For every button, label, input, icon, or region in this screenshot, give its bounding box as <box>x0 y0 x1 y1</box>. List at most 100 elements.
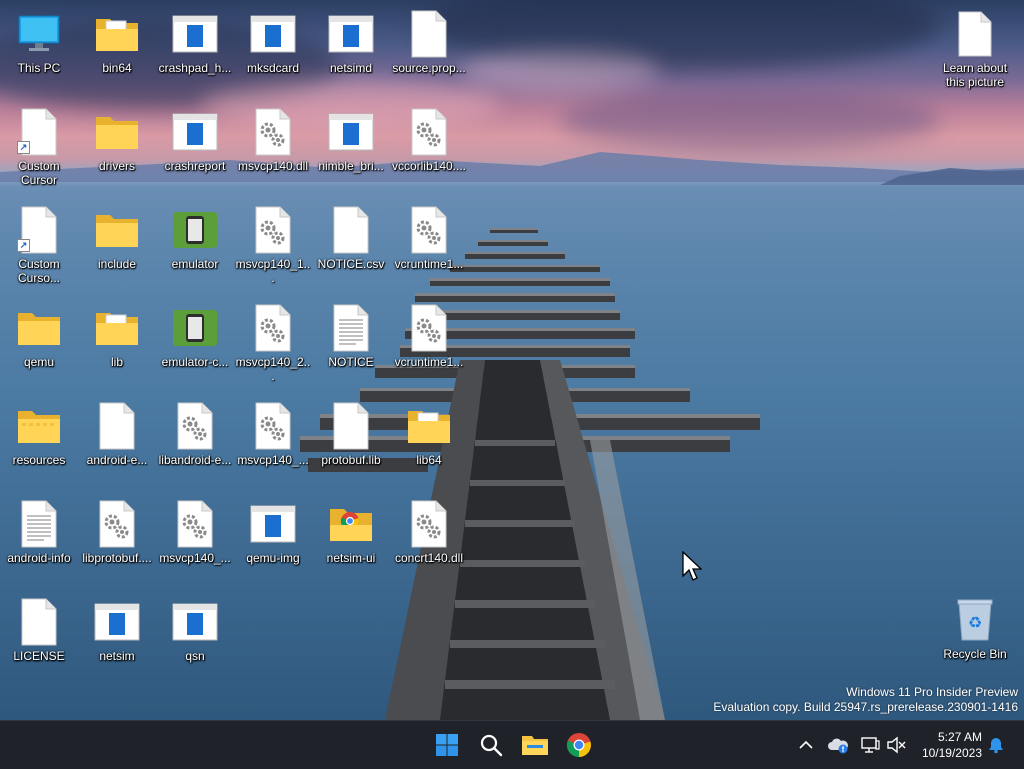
desktop-icon-netsimd[interactable]: netsimd <box>313 4 389 94</box>
desktop-icon-label: resources <box>12 453 66 467</box>
desktop-icon-include[interactable]: include <box>79 200 155 290</box>
desktop-icon-notice-csv[interactable]: NOTICE.csv <box>313 200 389 290</box>
desktop-icon-android-info[interactable]: android-info <box>1 494 77 584</box>
desktop-icon-this-pc[interactable]: This PC <box>1 4 77 94</box>
settings-file-icon <box>405 108 453 156</box>
folder-icon <box>93 10 141 58</box>
desktop-icon-label: This PC <box>17 61 61 75</box>
desktop-icon-custom-curso[interactable]: ↗ Custom Curso... <box>1 200 77 290</box>
desktop-icon-libprotobuf[interactable]: libprotobuf.... <box>79 494 155 584</box>
settings-file-icon <box>171 402 219 450</box>
desktop-icon-emulator-c[interactable]: emulator-c... <box>157 298 233 388</box>
desktop-icon-drivers[interactable]: drivers <box>79 102 155 192</box>
desktop-icon-concrt140-dll[interactable]: concrt140.dll <box>391 494 467 584</box>
volume-button[interactable] <box>884 733 908 757</box>
desktop-icon-mksdcard[interactable]: mksdcard <box>235 4 311 94</box>
desktop-icon-source-prop[interactable]: source.prop... <box>391 4 467 94</box>
desktop-icon-netsim[interactable]: netsim <box>79 592 155 682</box>
desktop-icon-android-e[interactable]: android-e... <box>79 396 155 486</box>
desktop-icon-label: qsn <box>185 649 205 663</box>
desktop-icon-resources[interactable]: resources <box>1 396 77 486</box>
desktop-icon-vcruntime1[interactable]: vcruntime1... <box>391 298 467 388</box>
settings-file-icon <box>405 304 453 352</box>
desktop-icon-notice[interactable]: NOTICE <box>313 298 389 388</box>
desktop-icon-crashreport[interactable]: crashreport <box>157 102 233 192</box>
desktop-icon-label: netsim <box>99 649 135 663</box>
desktop-icon-msvcp140[interactable]: msvcp140_... <box>157 494 233 584</box>
settings-file-icon <box>405 206 453 254</box>
text-file-icon <box>15 500 63 548</box>
desktop-icon-netsim-ui[interactable]: netsim-ui <box>313 494 389 584</box>
text-file-icon <box>327 304 375 352</box>
folder-icon <box>93 304 141 352</box>
desktop-icon-custom-cursor[interactable]: ↗ Custom Cursor <box>1 102 77 192</box>
desktop-icon-label: drivers <box>98 159 135 173</box>
application-icon <box>327 10 375 58</box>
notifications-button[interactable] <box>984 733 1008 757</box>
settings-file-icon <box>171 500 219 548</box>
network-button[interactable] <box>858 733 882 757</box>
desktop-icon-qsn[interactable]: qsn <box>157 592 233 682</box>
desktop-icon-vcruntime1[interactable]: vcruntime1... <box>391 200 467 290</box>
clock-button[interactable]: 5:27 AM 10/19/2023 <box>912 729 982 761</box>
recycle-bin-icon: ♻ <box>951 596 999 644</box>
windows-watermark: Windows 11 Pro Insider Preview Evaluatio… <box>713 685 1018 715</box>
desktop-icon-msvcp140-dll[interactable]: msvcp140.dll <box>235 102 311 192</box>
learn-about-picture-icon[interactable]: Learn about this picture <box>937 4 1013 92</box>
android-emulator-icon <box>171 206 219 254</box>
desktop-icon-label: lib <box>110 355 123 369</box>
svg-text:♻: ♻ <box>968 613 982 632</box>
search-icon <box>480 734 503 757</box>
desktop-icon-label: netsim-ui <box>326 551 376 565</box>
desktop-icon-emulator[interactable]: emulator <box>157 200 233 290</box>
desktop-icon-label: mksdcard <box>246 61 299 75</box>
application-icon <box>249 500 297 548</box>
chrome-button[interactable] <box>559 725 599 765</box>
desktop-icon-qemu-img[interactable]: qemu-img <box>235 494 311 584</box>
desktop-icon-label: vcruntime1... <box>394 257 464 271</box>
desktop-icon-crashpad-h[interactable]: crashpad_h... <box>157 4 233 94</box>
start-button[interactable] <box>427 725 467 765</box>
desktop-icon-label: source.prop... <box>392 61 466 75</box>
settings-file-icon <box>405 500 453 548</box>
show-hidden-icons-button[interactable] <box>794 733 818 757</box>
desktop-icon-msvcp140-1[interactable]: msvcp140_1... <box>235 200 311 290</box>
onedrive-button[interactable] <box>826 733 850 757</box>
desktop-icon-msvcp140[interactable]: msvcp140_... <box>235 396 311 486</box>
folder-chrome-icon <box>327 500 375 548</box>
application-icon <box>171 598 219 646</box>
learn-about-picture-label: Learn about this picture <box>942 61 1008 89</box>
search-button[interactable] <box>471 725 511 765</box>
desktop-icon-lib64[interactable]: lib64 <box>391 396 467 486</box>
clock-time: 5:27 AM <box>937 730 982 744</box>
desktop-icon-lib[interactable]: lib <box>79 298 155 388</box>
desktop-icon-vccorlib140[interactable]: vccorlib140.... <box>391 102 467 192</box>
recycle-bin[interactable]: ♻ Recycle Bin <box>937 590 1013 680</box>
desktop-icon-label: bin64 <box>102 61 132 75</box>
settings-file-icon <box>249 402 297 450</box>
watermark-edition: Windows 11 Pro Insider Preview <box>846 685 1018 699</box>
application-icon <box>171 10 219 58</box>
application-icon <box>171 108 219 156</box>
desktop-icon-label: concrt140.dll <box>394 551 464 565</box>
settings-file-icon <box>93 500 141 548</box>
desktop-icon-license[interactable]: LICENSE <box>1 592 77 682</box>
desktop-icon-label: vccorlib140.... <box>391 159 467 173</box>
recycle-bin-label: Recycle Bin <box>943 647 1007 661</box>
desktop-icon-qemu[interactable]: qemu <box>1 298 77 388</box>
desktop-icon-label: crashpad_h... <box>158 61 232 75</box>
desktop-icon-label: include <box>97 257 137 271</box>
desktop-icon-label: lib64 <box>416 453 442 467</box>
desktop-icon-nimble-bri[interactable]: nimble_bri... <box>313 102 389 192</box>
desktop-icon-protobuf-lib[interactable]: protobuf.lib <box>313 396 389 486</box>
file-explorer-button[interactable] <box>515 725 555 765</box>
desktop-icon-libandroid-e[interactable]: libandroid-e... <box>157 396 233 486</box>
folder-icon <box>15 402 63 450</box>
chrome-icon <box>566 733 591 758</box>
file-icon <box>15 598 63 646</box>
watermark-build: Evaluation copy. Build 25947.rs_prerelea… <box>713 700 1018 714</box>
desktop-icon-msvcp140-2[interactable]: msvcp140_2... <box>235 298 311 388</box>
file-icon <box>327 402 375 450</box>
desktop-icon-label: nimble_bri... <box>318 159 384 173</box>
desktop-icon-bin64[interactable]: bin64 <box>79 4 155 94</box>
